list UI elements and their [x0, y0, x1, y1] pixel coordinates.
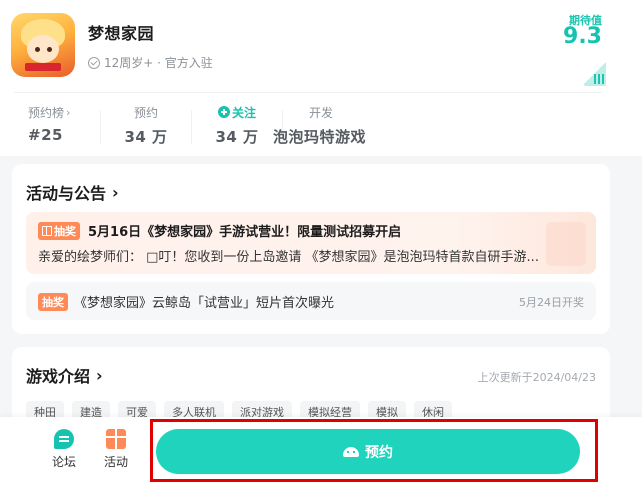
app-icon-face: [27, 35, 59, 63]
chevron-right-icon: ›: [66, 105, 71, 119]
stat-rank[interactable]: 预约榜 › #25: [14, 104, 100, 148]
heart-plus-icon: [217, 106, 230, 118]
stat-developer-label: 开发: [309, 105, 334, 120]
announcement-header: 抽奖 5月16日《梦想家园》手游试营业！限量测试招募开启: [38, 221, 401, 240]
lottery-tag: 抽奖: [38, 221, 80, 240]
qr-corner-icon[interactable]: [584, 60, 606, 86]
lottery-tag: 抽奖: [38, 292, 68, 311]
divider: [14, 92, 602, 93]
last-updated: 上次更新于2024/04/23: [477, 371, 596, 384]
forum-button[interactable]: 论坛: [44, 429, 84, 470]
announcement-headline: 《梦想家园》云鲸岛「试营业」短片首次曝光: [74, 296, 335, 311]
stats-row: 预约榜 › #25 预约 34 万 关注 34 万 开发 泡泡玛特游戏: [14, 104, 614, 148]
announcement-item[interactable]: 抽奖 5月16日《梦想家园》手游试营业！限量测试招募开启 亲爱的绘梦师们： □叮…: [26, 212, 596, 274]
app-title: 梦想家园: [88, 24, 155, 43]
app-icon-eye-right: [47, 47, 52, 52]
app-header-card: 梦想家园 12周岁+ · 官方入驻 期待值 9.3 预约榜 › #25 预约 34…: [0, 0, 642, 156]
check-circle-icon: [88, 56, 100, 69]
app-meta: 12周岁+ · 官方入驻: [88, 54, 213, 71]
chevron-right-icon: ›: [96, 365, 103, 385]
event-button[interactable]: 活动: [96, 429, 136, 470]
follow-button[interactable]: 关注: [192, 104, 282, 120]
app-icon-eye-left: [35, 47, 40, 52]
stat-follow[interactable]: 关注 34 万: [192, 104, 282, 148]
expectation-score: 9.3: [563, 24, 602, 49]
reserve-button[interactable]: 预约: [156, 429, 580, 474]
stat-reservations-label: 预约: [133, 105, 158, 120]
announcement-headline: 5月16日《梦想家园》手游试营业！限量测试招募开启: [88, 225, 402, 240]
app-icon-badge: [25, 63, 61, 71]
announcement-header: 抽奖 《梦想家园》云鲸岛「试营业」短片首次曝光: [38, 292, 334, 311]
announcement-item[interactable]: 抽奖 《梦想家园》云鲸岛「试营业」短片首次曝光 5月24日开奖: [26, 282, 596, 320]
stat-rank-label: 预约榜 ›: [28, 105, 71, 120]
forum-label: 论坛: [51, 455, 76, 469]
event-label: 活动: [103, 455, 128, 469]
app-meta-text: 12周岁+ · 官方入驻: [104, 56, 213, 70]
activity-card: 活动与公告 › 抽奖 5月16日《梦想家园》手游试营业！限量测试招募开启 亲爱的绘…: [12, 164, 610, 334]
stat-reservations: 预约 34 万: [101, 104, 191, 148]
android-icon: [343, 446, 359, 457]
stat-rank-value: #25: [28, 126, 63, 144]
app-icon[interactable]: [11, 13, 75, 77]
gift-icon: [42, 225, 52, 236]
stat-reservations-value: 34 万: [124, 128, 168, 146]
intro-section-title[interactable]: 游戏介绍 ›: [26, 363, 103, 387]
stat-developer-value: 泡泡玛特游戏: [273, 128, 367, 146]
draw-date: 5月24日开奖: [519, 296, 584, 309]
announcement-body: 亲爱的绘梦师们： □叮！您收到一份上岛邀请 《梦想家园》是泡泡玛特首款自研手游.…: [38, 250, 539, 265]
chat-icon: [54, 429, 74, 449]
activity-section-title[interactable]: 活动与公告 ›: [26, 180, 119, 204]
stat-developer[interactable]: 开发 泡泡玛特游戏: [273, 104, 423, 148]
chevron-right-icon: ›: [112, 182, 119, 202]
gift-icon: [106, 429, 126, 449]
reserve-label: 预约: [365, 443, 393, 460]
stat-follow-value: 34 万: [215, 128, 259, 146]
